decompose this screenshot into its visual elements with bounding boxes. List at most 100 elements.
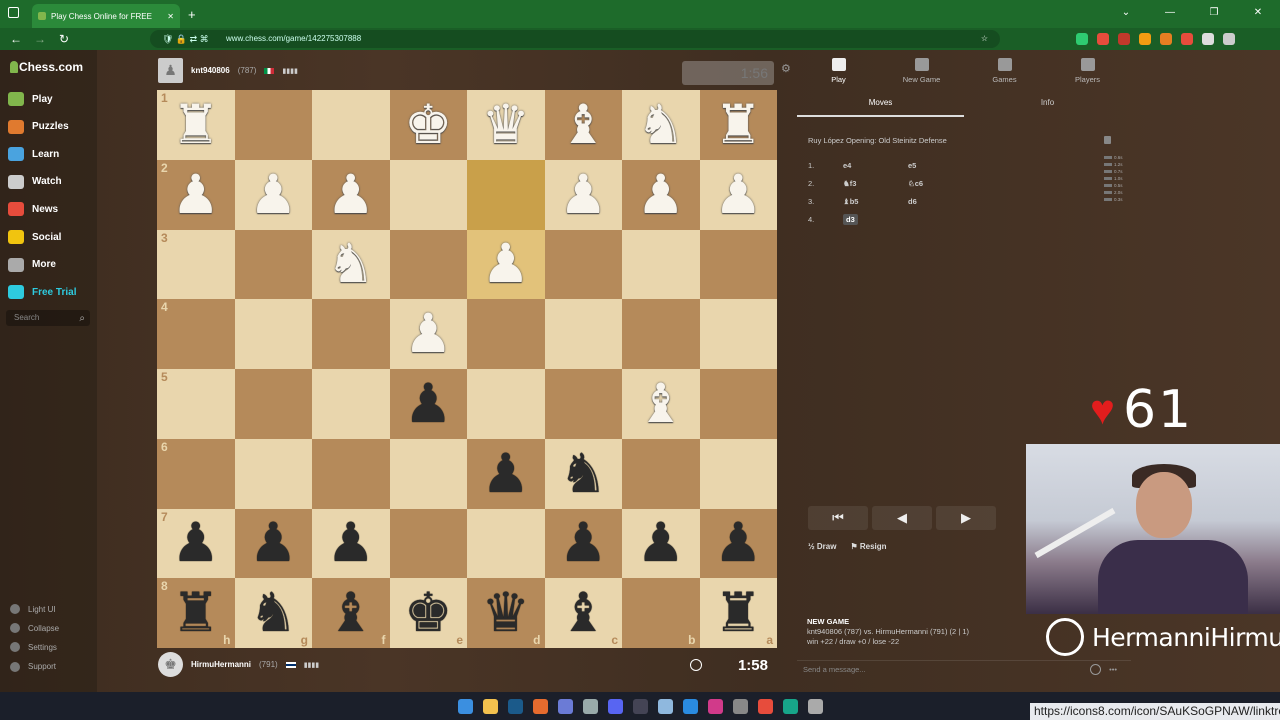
board-square[interactable]: d ♛: [467, 578, 545, 648]
black-pawn-icon[interactable]: ♟: [637, 516, 685, 570]
black-move[interactable]: ♘c6: [908, 179, 923, 188]
opening-name[interactable]: Ruy López Opening: Old Steinitz Defense: [808, 136, 947, 145]
black-bishop-icon[interactable]: ♝: [327, 586, 375, 640]
board-square[interactable]: ♛: [467, 90, 545, 160]
black-knight-icon[interactable]: ♞: [249, 586, 297, 640]
board-square[interactable]: 4: [157, 299, 235, 369]
file-explorer-icon[interactable]: [482, 698, 498, 714]
black-knight-icon[interactable]: ♞: [559, 447, 607, 501]
more-options-icon[interactable]: •••: [1109, 661, 1117, 679]
board-square[interactable]: g ♞: [234, 578, 312, 648]
extension-icon[interactable]: [1118, 33, 1130, 45]
white-pawn-icon[interactable]: ♟: [404, 307, 452, 361]
sidebar-bottom-light-ui[interactable]: Light UI: [10, 604, 56, 614]
white-pawn-icon[interactable]: ♟: [559, 168, 607, 222]
board-square[interactable]: [544, 229, 622, 300]
emoji-icon[interactable]: [1090, 664, 1101, 675]
discord-icon[interactable]: [607, 698, 623, 714]
board-square[interactable]: [467, 508, 545, 579]
first-move-button[interactable]: ⏮: [808, 506, 868, 530]
sidebar-item-news[interactable]: News: [8, 202, 58, 217]
white-bishop-icon[interactable]: ♝: [559, 98, 607, 152]
close-window-button[interactable]: ✕: [1236, 0, 1280, 26]
obs-icon[interactable]: [557, 698, 573, 714]
tab-players[interactable]: Players: [1046, 58, 1129, 84]
white-pawn-icon[interactable]: ♟: [637, 168, 685, 222]
board-square[interactable]: 3: [157, 229, 235, 300]
board-square[interactable]: [389, 229, 467, 300]
top-player-name[interactable]: knt940806: [191, 66, 230, 75]
black-move[interactable]: e5: [908, 161, 916, 170]
board-square[interactable]: [389, 508, 467, 579]
top-player-avatar[interactable]: ♟: [158, 58, 183, 83]
app-icon[interactable]: [757, 698, 773, 714]
tab-games[interactable]: Games: [963, 58, 1046, 84]
board-square[interactable]: [234, 90, 312, 160]
board-square[interactable]: [234, 438, 312, 509]
board-square[interactable]: [622, 229, 700, 300]
black-rook-icon[interactable]: ♜: [172, 586, 220, 640]
board-square[interactable]: 7 ♟: [157, 508, 235, 579]
tab-info[interactable]: Info: [964, 98, 1131, 117]
board-square[interactable]: [389, 159, 467, 230]
white-pawn-icon[interactable]: ♟: [714, 168, 762, 222]
forward-icon[interactable]: →: [28, 32, 52, 46]
black-pawn-icon[interactable]: ♟: [559, 516, 607, 570]
black-pawn-icon[interactable]: ♟: [327, 516, 375, 570]
app-icon[interactable]: [582, 698, 598, 714]
extension-icon[interactable]: [1181, 33, 1193, 45]
reload-icon[interactable]: ↻: [52, 32, 76, 46]
bookmark-star-icon[interactable]: ☆: [981, 30, 988, 48]
board-square[interactable]: ♟: [699, 508, 777, 579]
chess-board[interactable]: 1 ♜ ♚ ♛ ♝ ♞ ♜ 2 ♟ ♟ ♟ ♟ ♟ ♟ 3 ♞ ♟ 4 ♟ 5 ♟ ♝ 6 ♟ ♞ 7 ♟ ♟ ♟ ♟ ♟ ♟ 8 h ♜ g ♞ f ♝ e…: [157, 90, 777, 648]
black-pawn-icon[interactable]: ♟: [714, 516, 762, 570]
board-square[interactable]: [312, 299, 390, 369]
chat-input[interactable]: Send a message... •••: [797, 660, 1131, 678]
tab-close-icon[interactable]: ✕: [167, 12, 174, 21]
board-square[interactable]: f ♝: [312, 578, 390, 648]
extension-icon[interactable]: [1097, 33, 1109, 45]
sidebar-bottom-collapse[interactable]: Collapse: [10, 623, 59, 634]
next-move-button[interactable]: ▶: [936, 506, 996, 530]
board-square[interactable]: ♝: [544, 90, 622, 160]
firefox-icon[interactable]: [532, 698, 548, 714]
board-square[interactable]: [312, 438, 390, 509]
board-square[interactable]: ♟: [622, 508, 700, 579]
settings-icon[interactable]: [807, 698, 823, 714]
board-square[interactable]: [389, 438, 467, 509]
sidebar-item-free-trial[interactable]: Free Trial: [8, 285, 76, 300]
security-icon[interactable]: 🛡 🔒 ⇄ ⌘: [162, 30, 209, 48]
black-pawn-icon[interactable]: ♟: [404, 377, 452, 431]
sidebar-bottom-settings[interactable]: Settings: [10, 642, 57, 653]
board-square[interactable]: [544, 299, 622, 369]
board-square[interactable]: ♞: [544, 438, 622, 509]
black-pawn-icon[interactable]: ♟: [482, 447, 530, 501]
board-square[interactable]: ♟: [467, 438, 545, 509]
board-settings-icon[interactable]: ⚙: [781, 62, 791, 75]
black-move[interactable]: d6: [908, 197, 917, 206]
app-icon[interactable]: [682, 698, 698, 714]
white-pawn-icon[interactable]: ♟: [172, 168, 220, 222]
sidebar-bottom-support[interactable]: Support: [10, 661, 56, 672]
white-pawn-icon[interactable]: ♟: [327, 168, 375, 222]
board-square[interactable]: [699, 438, 777, 509]
white-bishop-icon[interactable]: ♝: [637, 377, 685, 431]
back-icon[interactable]: ←: [4, 32, 28, 46]
board-square[interactable]: ♟: [699, 159, 777, 230]
new-tab-button[interactable]: +: [188, 7, 196, 22]
board-square[interactable]: ♟: [467, 229, 545, 300]
chess-com-logo[interactable]: Chess.com: [10, 60, 83, 74]
board-square[interactable]: c ♝: [544, 578, 622, 648]
bottom-player-name[interactable]: HirmuHermanni: [191, 660, 251, 669]
board-square[interactable]: ♟: [389, 299, 467, 369]
board-square[interactable]: ♟: [544, 159, 622, 230]
extensions-puzzle-icon[interactable]: [1202, 33, 1214, 45]
extension-icon[interactable]: [1076, 33, 1088, 45]
board-square[interactable]: ♚: [389, 90, 467, 160]
white-queen-icon[interactable]: ♛: [482, 98, 530, 152]
extension-icon[interactable]: [1160, 33, 1172, 45]
sidebar-item-watch[interactable]: Watch: [8, 174, 62, 189]
resign-button[interactable]: ⚑ Resign: [850, 542, 886, 551]
board-square[interactable]: ♟: [389, 369, 467, 439]
black-rook-icon[interactable]: ♜: [714, 586, 762, 640]
